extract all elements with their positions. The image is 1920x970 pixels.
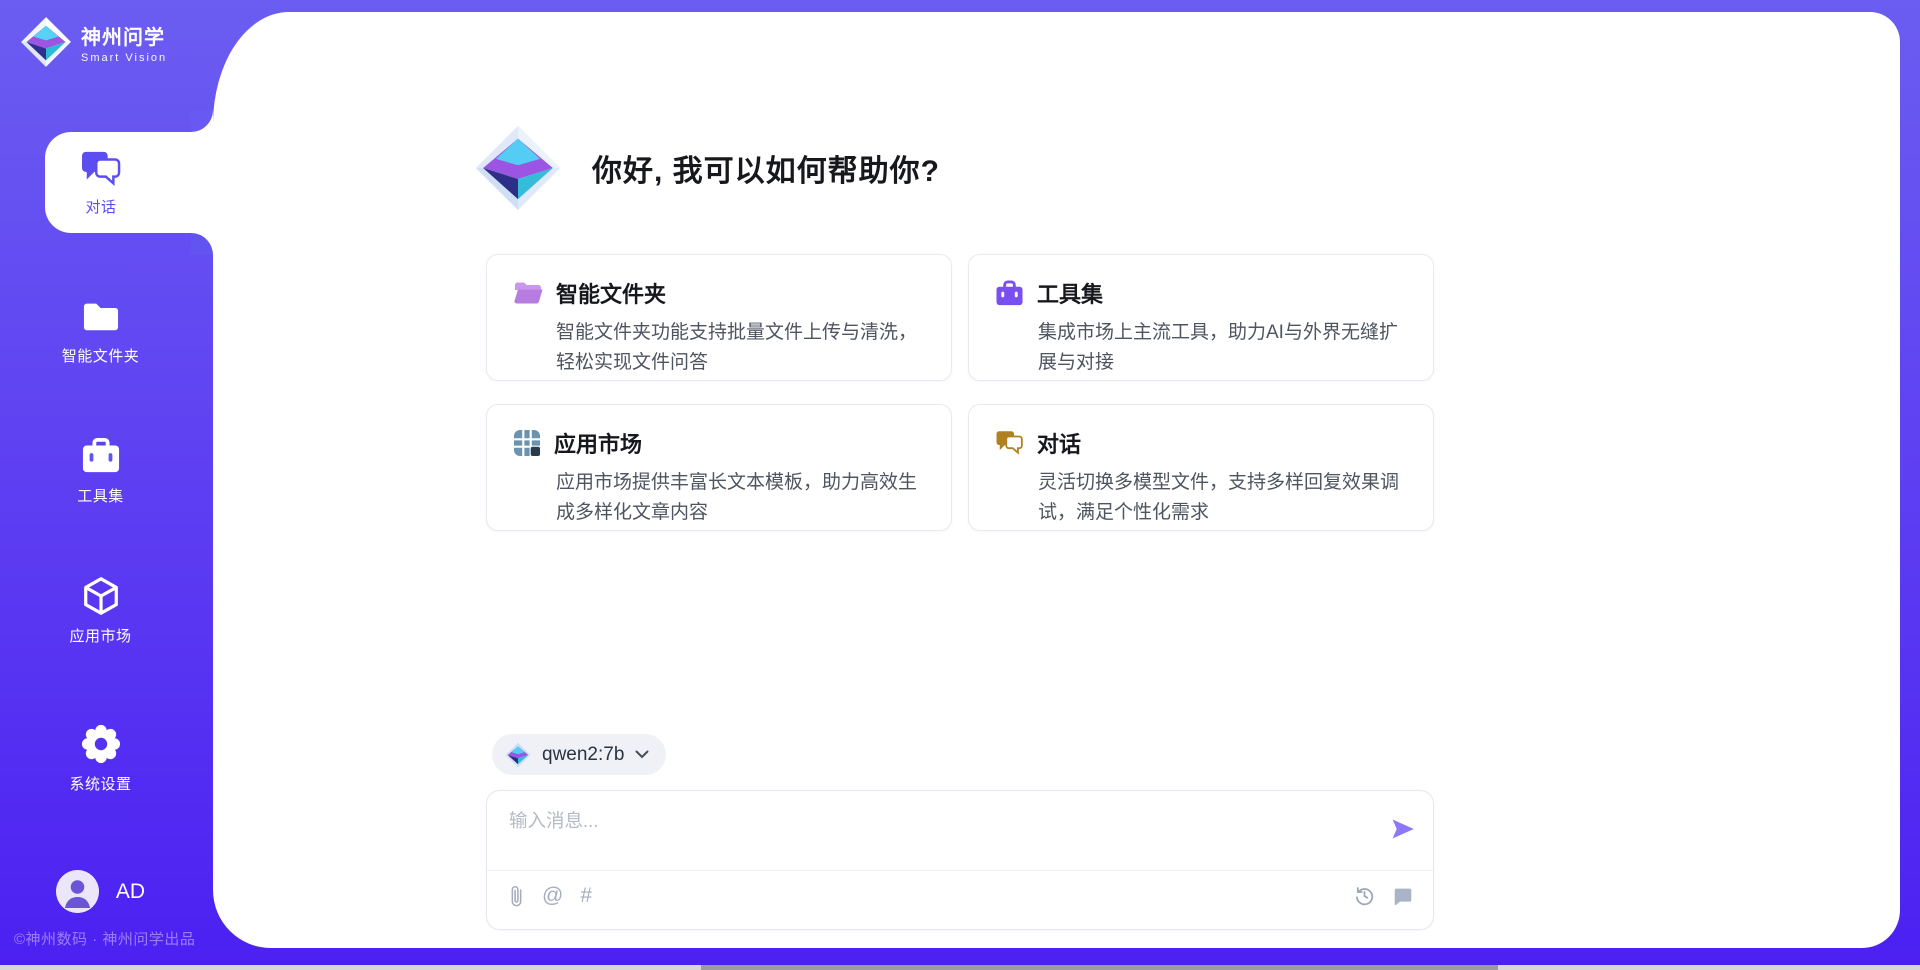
user-initials: AD	[116, 880, 145, 904]
card-description: 应用市场提供丰富长文本模板，助力高效生成多样化文章内容	[556, 468, 925, 528]
card-description: 集成市场上主流工具，助力AI与外界无缝扩展与对接	[1038, 318, 1407, 378]
sidebar: 神州问学 Smart Vision 对话 智能文件夹	[0, 0, 213, 970]
briefcase-icon	[995, 280, 1024, 307]
card-toolset[interactable]: 工具集 集成市场上主流工具，助力AI与外界无缝扩展与对接	[968, 254, 1434, 381]
message-input[interactable]	[509, 807, 1349, 863]
assistant-diamond-icon	[474, 124, 562, 212]
chat-welcome-panel: 你好, 我可以如何帮助你? 智能文件夹 智能文件夹功能支持批量文件上传与清洗，轻…	[486, 0, 1434, 970]
history-icon[interactable]	[1353, 884, 1376, 907]
attachment-icon[interactable]	[508, 884, 525, 908]
sidebar-item-label: 智能文件夹	[62, 345, 140, 366]
user-profile[interactable]: AD	[0, 870, 213, 913]
open-folder-icon	[513, 280, 543, 306]
copyright-text: ©神州数码 · 神州问学出品	[14, 928, 195, 949]
mention-icon[interactable]: @	[542, 884, 563, 908]
sidebar-item-label: 对话	[85, 196, 116, 217]
card-title: 对话	[1037, 427, 1081, 459]
model-selector[interactable]: qwen2:7b	[492, 734, 666, 775]
brand-diamond-icon	[20, 16, 72, 68]
brand-subtitle: Smart Vision	[81, 52, 167, 64]
toolbox-icon	[80, 436, 122, 476]
cube-icon	[80, 576, 122, 616]
sidebar-item-label: 工具集	[77, 485, 124, 506]
folder-icon	[80, 296, 122, 336]
card-title: 应用市场	[554, 427, 642, 459]
sidebar-item-label: 应用市场	[69, 625, 131, 646]
card-smart-folder[interactable]: 智能文件夹 智能文件夹功能支持批量文件上传与清洗，轻松实现文件问答	[486, 254, 952, 381]
scrollbar-thumb[interactable]	[701, 965, 1498, 970]
card-chat[interactable]: 对话 灵活切换多模型文件，支持多样回复效果调试，满足个性化需求	[968, 404, 1434, 531]
card-app-market[interactable]: 应用市场 应用市场提供丰富长文本模板，助力高效生成多样化文章内容	[486, 404, 952, 531]
composer-tools-left: @ #	[508, 884, 592, 908]
sidebar-item-chat[interactable]: 对话	[45, 132, 213, 233]
greeting-title: 你好, 我可以如何帮助你?	[592, 146, 940, 190]
sidebar-item-app-market[interactable]: 应用市场	[0, 576, 213, 646]
horizontal-scrollbar[interactable]	[0, 965, 1920, 970]
composer-tools-right	[1353, 884, 1414, 907]
sidebar-item-settings[interactable]: 系统设置	[0, 724, 213, 794]
gear-icon	[80, 724, 122, 764]
card-title: 工具集	[1037, 277, 1103, 309]
card-description: 智能文件夹功能支持批量文件上传与清洗，轻松实现文件问答	[556, 318, 925, 378]
brand-logo: 神州问学 Smart Vision	[20, 16, 167, 68]
chat-icon	[80, 149, 122, 189]
chevron-down-icon	[635, 750, 649, 759]
model-diamond-icon	[505, 742, 531, 768]
avatar	[56, 870, 99, 913]
hashtag-icon[interactable]: #	[580, 884, 592, 908]
card-description: 灵活切换多模型文件，支持多样回复效果调试，满足个性化需求	[1038, 468, 1407, 528]
model-name: qwen2:7b	[542, 744, 624, 766]
brand-text: 神州问学 Smart Vision	[81, 21, 167, 64]
sidebar-item-label: 系统设置	[69, 773, 131, 794]
message-icon[interactable]	[1391, 885, 1414, 907]
sidebar-item-toolset[interactable]: 工具集	[0, 436, 213, 506]
composer-area: qwen2:7b @	[486, 734, 1434, 930]
greeting: 你好, 我可以如何帮助你?	[474, 124, 940, 212]
send-icon[interactable]	[1390, 816, 1416, 842]
feature-cards: 智能文件夹 智能文件夹功能支持批量文件上传与清洗，轻松实现文件问答 工具集 集成…	[486, 254, 1434, 531]
grid-icon	[513, 429, 541, 457]
message-composer: @ #	[486, 790, 1434, 930]
chat-bubbles-icon	[995, 430, 1024, 456]
sidebar-item-smart-folder[interactable]: 智能文件夹	[0, 296, 213, 366]
composer-divider	[487, 870, 1433, 871]
brand-name: 神州问学	[81, 21, 167, 50]
card-title: 智能文件夹	[556, 277, 666, 309]
